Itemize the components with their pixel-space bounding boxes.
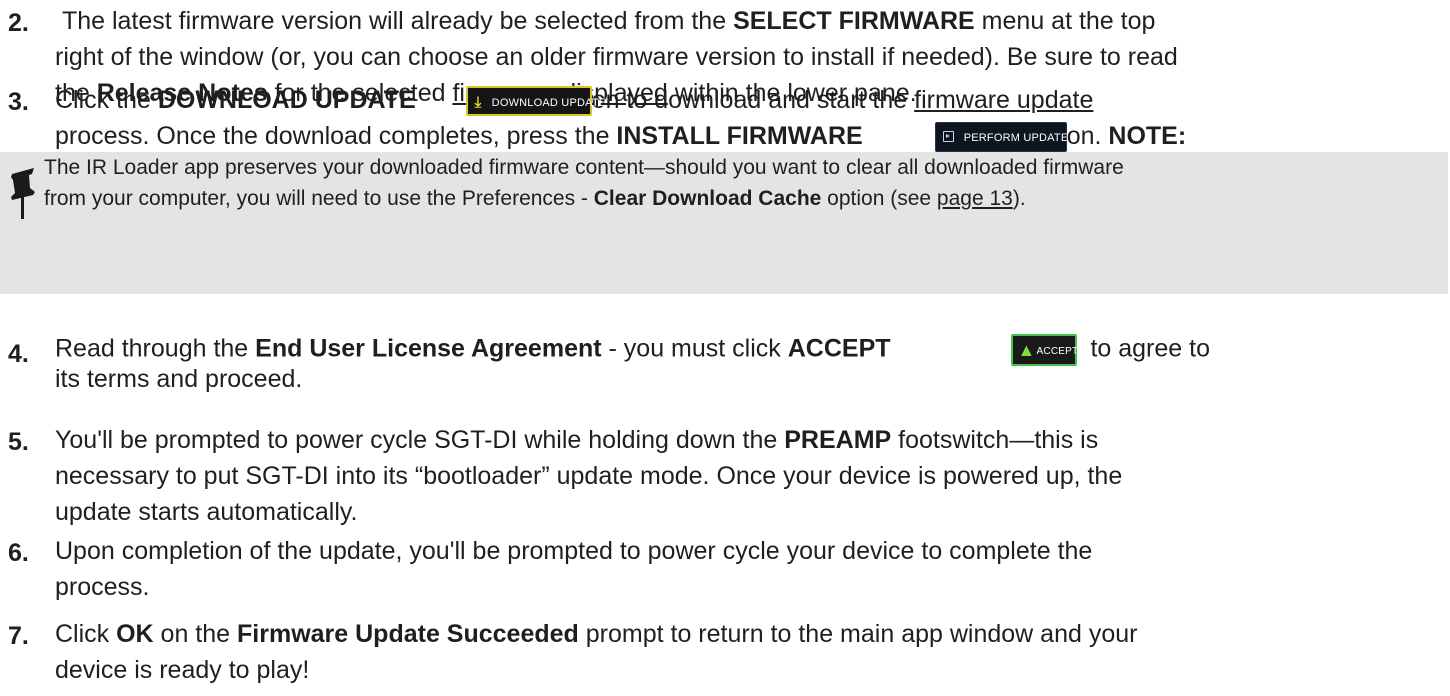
preamp-label: PREAMP bbox=[784, 426, 892, 454]
eula-label: End User License Agreement bbox=[255, 334, 602, 363]
select-firmware-label: SELECT FIRMWARE bbox=[733, 7, 975, 35]
perform-update-button[interactable]: PERFORM UPDATE bbox=[934, 122, 1068, 153]
step-text: Read through the End User License Agreem… bbox=[55, 334, 1210, 393]
thumbs-up-icon: ▲ bbox=[1017, 340, 1036, 360]
note-text: The IR Loader app preserves your downloa… bbox=[44, 156, 1124, 210]
accept-button[interactable]: ▲ ACCEPT bbox=[1010, 334, 1078, 366]
pushpin-icon bbox=[11, 168, 35, 219]
ok-label: OK bbox=[116, 620, 154, 648]
step-text: Click the DOWNLOAD UPDATE ⤓ DOWNLOAD UPDAT… bbox=[55, 82, 1444, 154]
step-number: 6. bbox=[8, 539, 29, 567]
play-box-icon bbox=[942, 131, 954, 143]
page-13-link[interactable]: page 13 bbox=[937, 187, 1013, 210]
install-firmware-label: INSTALL FIRMWARE bbox=[616, 122, 863, 150]
firmware-update-succeeded-label: Firmware Update Succeeded bbox=[237, 620, 579, 648]
step-number: 2. bbox=[8, 9, 29, 37]
note-box: The IR Loader app preserves your downloa… bbox=[0, 152, 1448, 294]
step-number: 4. bbox=[8, 340, 29, 368]
step-text: You'll be prompted to power cycle SGT-DI… bbox=[55, 426, 1123, 526]
step-number: 5. bbox=[8, 428, 29, 456]
firmware-update-link[interactable]: firmware update bbox=[914, 86, 1093, 114]
download-update-label: DOWNLOAD UPDATE bbox=[157, 86, 416, 114]
download-icon: ⤓ bbox=[474, 94, 482, 112]
step-text: Upon completion of the update, you'll be… bbox=[55, 537, 1093, 601]
download-update-button[interactable]: ⤓ DOWNLOAD UPDATE bbox=[465, 86, 606, 117]
step-text: Click OK on the Firmware Update Succeede… bbox=[55, 620, 1138, 684]
clear-download-cache-label: Clear Download Cache bbox=[593, 187, 822, 210]
accept-label: ACCEPT bbox=[787, 334, 891, 363]
step-number: 3. bbox=[8, 88, 29, 116]
note-label: NOTE: bbox=[1108, 122, 1187, 150]
step-number: 7. bbox=[8, 622, 29, 650]
